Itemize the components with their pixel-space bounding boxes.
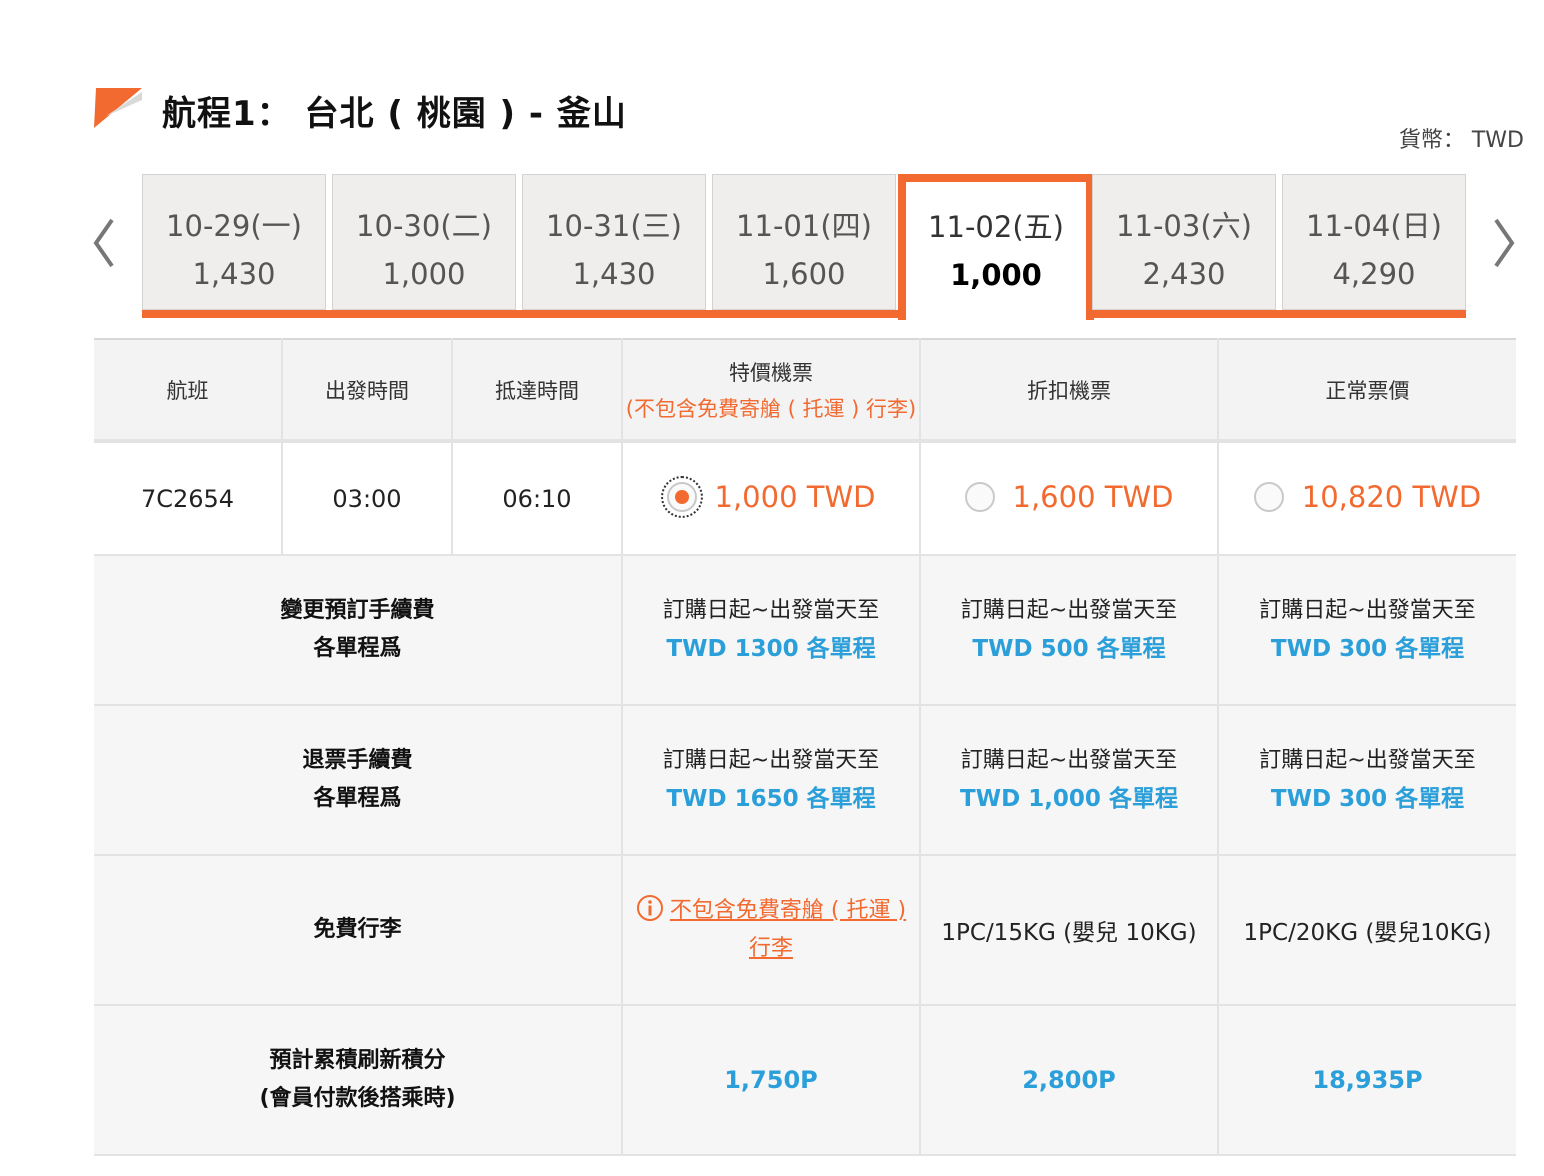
refund-fee-discount-line2: TWD 1,000 各單程 bbox=[960, 786, 1178, 812]
baggage-special-line1: 不包含免費寄艙 ( 托運 ) bbox=[669, 898, 907, 923]
arrive-time: 06:10 bbox=[452, 441, 623, 556]
special-fare-radio[interactable] bbox=[660, 475, 703, 518]
date-tab-1102-selected[interactable]: 11-02(五) 1,000 bbox=[898, 174, 1094, 320]
change-fee-special: 訂購日起~出發當天至 TWD 1300 各單程 bbox=[622, 555, 921, 706]
depart-time: 03:00 bbox=[282, 441, 453, 556]
date-tab-date: 10-30(二) bbox=[356, 209, 492, 243]
date-tab-1101[interactable]: 11-01(四) 1,600 bbox=[712, 174, 896, 310]
table-row: 7C2654 03:00 06:10 1,000 TWD 1,600 TWD 1… bbox=[94, 441, 1516, 556]
change-fee-label-line1: 變更預訂手續費 bbox=[280, 598, 435, 623]
normal-fare-cell: 10,820 TWD bbox=[1218, 441, 1516, 556]
refund-fee-special: 訂購日起~出發當天至 TWD 1650 各單程 bbox=[622, 705, 921, 856]
change-fee-discount-line2: TWD 500 各單程 bbox=[972, 636, 1166, 662]
refund-fee-label: 退票手續費 各單程爲 bbox=[94, 705, 623, 856]
col-header-discount: 折扣機票 bbox=[920, 338, 1219, 443]
flag-icon bbox=[94, 88, 142, 128]
refund-fee-special-line1: 訂購日起~出發當天至 bbox=[662, 748, 880, 773]
date-tab-price: 1,000 bbox=[382, 257, 466, 291]
col-header-depart: 出發時間 bbox=[282, 338, 453, 443]
baggage-special: 不包含免費寄艙 ( 托運 ) 行李 bbox=[622, 855, 921, 1006]
chevron-left-icon[interactable] bbox=[92, 216, 116, 270]
change-fee-normal-line1: 訂購日起~出發當天至 bbox=[1259, 598, 1476, 623]
date-tab-price: 2,430 bbox=[1142, 257, 1226, 291]
change-fee-discount-line1: 訂購日起~出發當天至 bbox=[960, 598, 1178, 623]
change-fee-special-line2: TWD 1300 各單程 bbox=[666, 636, 876, 662]
discount-fare-cell: 1,600 TWD bbox=[920, 441, 1219, 556]
change-fee-label: 變更預訂手續費 各單程爲 bbox=[94, 555, 623, 706]
date-tab-date: 10-31(三) bbox=[546, 209, 682, 243]
change-fee-row: 變更預訂手續費 各單程爲 訂購日起~出發當天至 TWD 1300 各單程 訂購日… bbox=[94, 555, 1516, 706]
points-row: 預計累積刷新積分 (會員付款後搭乘時) 1,750P 2,800P 18,935… bbox=[94, 1005, 1516, 1156]
refund-fee-normal-line2: TWD 300 各單程 bbox=[1270, 786, 1465, 812]
baggage-special-link[interactable]: 不包含免費寄艙 ( 托運 ) bbox=[623, 892, 919, 930]
col-header-special-label: 特價機票 bbox=[729, 360, 813, 385]
table-header-row: 航班 出發時間 抵達時間 特價機票 (不包含免費寄艙 ( 托運 ) 行李) 折扣… bbox=[94, 338, 1516, 443]
refund-fee-discount: 訂購日起~出發當天至 TWD 1,000 各單程 bbox=[920, 705, 1219, 856]
points-label: 預計累積刷新積分 (會員付款後搭乘時) bbox=[94, 1005, 623, 1156]
change-fee-discount: 訂購日起~出發當天至 TWD 500 各單程 bbox=[920, 555, 1219, 706]
date-tab-price: 1,430 bbox=[192, 257, 276, 291]
fare-table: 航班 出發時間 抵達時間 特價機票 (不包含免費寄艙 ( 托運 ) 行李) 折扣… bbox=[94, 338, 1516, 1156]
col-header-arrive: 抵達時間 bbox=[452, 338, 623, 443]
refund-fee-discount-line1: 訂購日起~出發當天至 bbox=[960, 748, 1178, 773]
page-title: 航程1： 台北 ( 桃園 ) - 釜山 bbox=[162, 94, 627, 134]
refund-fee-label-line1: 退票手續費 bbox=[302, 748, 413, 773]
date-tab-date: 11-04(日) bbox=[1306, 209, 1442, 243]
baggage-normal: 1PC/20KG (嬰兒10KG) bbox=[1218, 855, 1516, 1006]
date-tab-1104[interactable]: 11-04(日) 4,290 bbox=[1282, 174, 1466, 310]
change-fee-normal: 訂購日起~出發當天至 TWD 300 各單程 bbox=[1218, 555, 1516, 706]
date-tab-date: 11-01(四) bbox=[736, 209, 872, 243]
section-header: 航程1： 台北 ( 桃園 ) - 釜山 bbox=[92, 82, 1512, 142]
col-header-normal: 正常票價 bbox=[1218, 338, 1516, 443]
baggage-discount: 1PC/15KG (嬰兒 10KG) bbox=[920, 855, 1219, 1006]
normal-fare-price: 10,820 TWD bbox=[1301, 479, 1482, 514]
date-tab-1103[interactable]: 11-03(六) 2,430 bbox=[1092, 174, 1276, 310]
info-icon bbox=[636, 895, 663, 921]
discount-fare-radio[interactable] bbox=[964, 481, 995, 512]
refund-fee-row: 退票手續費 各單程爲 訂購日起~出發當天至 TWD 1650 各單程 訂購日起~… bbox=[94, 705, 1516, 856]
baggage-label: 免費行李 bbox=[94, 855, 623, 1006]
baggage-special-link-line2[interactable]: 行李 bbox=[623, 930, 919, 968]
discount-fare-price: 1,600 TWD bbox=[1012, 479, 1174, 514]
date-tab-1030[interactable]: 10-30(二) 1,000 bbox=[332, 174, 516, 310]
points-label-line1: 預計累積刷新積分 bbox=[269, 1048, 446, 1073]
date-tabs: 10-29(一) 1,430 10-30(二) 1,000 10-31(三) 1… bbox=[142, 174, 1466, 320]
flight-number: 7C2654 bbox=[94, 441, 283, 556]
normal-fare-radio[interactable] bbox=[1253, 481, 1284, 512]
change-fee-special-line1: 訂購日起~出發當天至 bbox=[662, 598, 880, 623]
date-selector: 10-29(一) 1,430 10-30(二) 1,000 10-31(三) 1… bbox=[92, 174, 1516, 320]
col-header-special: 特價機票 (不包含免費寄艙 ( 托運 ) 行李) bbox=[622, 338, 921, 443]
date-tab-price: 4,290 bbox=[1332, 257, 1416, 291]
date-tab-date: 10-29(一) bbox=[166, 209, 302, 243]
baggage-row: 免費行李 不包含免費寄艙 ( 托運 ) 行李 1PC/15KG (嬰兒 10KG… bbox=[94, 855, 1516, 1006]
date-tab-1031[interactable]: 10-31(三) 1,430 bbox=[522, 174, 706, 310]
points-normal: 18,935P bbox=[1218, 1005, 1516, 1156]
col-header-flight: 航班 bbox=[94, 338, 283, 443]
points-label-line2: (會員付款後搭乘時) bbox=[259, 1086, 456, 1111]
date-tab-price: 1,430 bbox=[572, 257, 656, 291]
col-header-special-note: (不包含免費寄艙 ( 托運 ) 行李) bbox=[625, 396, 917, 421]
refund-fee-normal: 訂購日起~出發當天至 TWD 300 各單程 bbox=[1218, 705, 1516, 856]
special-fare-price: 1,000 TWD bbox=[714, 479, 876, 514]
special-fare-cell: 1,000 TWD bbox=[622, 441, 921, 556]
chevron-right-icon[interactable] bbox=[1492, 216, 1516, 270]
date-tab-1029[interactable]: 10-29(一) 1,430 bbox=[142, 174, 326, 310]
refund-fee-label-line2: 各單程爲 bbox=[313, 786, 402, 811]
date-tab-date: 11-03(六) bbox=[1116, 209, 1252, 243]
refund-fee-normal-line1: 訂購日起~出發當天至 bbox=[1259, 748, 1476, 773]
points-special: 1,750P bbox=[622, 1005, 921, 1156]
date-tab-price: 1,000 bbox=[950, 258, 1042, 292]
change-fee-normal-line2: TWD 300 各單程 bbox=[1270, 636, 1465, 662]
currency-label: 貨幣： TWD bbox=[1398, 128, 1524, 153]
date-tab-date: 11-02(五) bbox=[928, 210, 1064, 244]
refund-fee-special-line2: TWD 1650 各單程 bbox=[666, 786, 876, 812]
change-fee-label-line2: 各單程爲 bbox=[313, 636, 402, 661]
date-tab-price: 1,600 bbox=[762, 257, 846, 291]
date-tabs-underline bbox=[142, 310, 1466, 318]
points-discount: 2,800P bbox=[920, 1005, 1219, 1156]
